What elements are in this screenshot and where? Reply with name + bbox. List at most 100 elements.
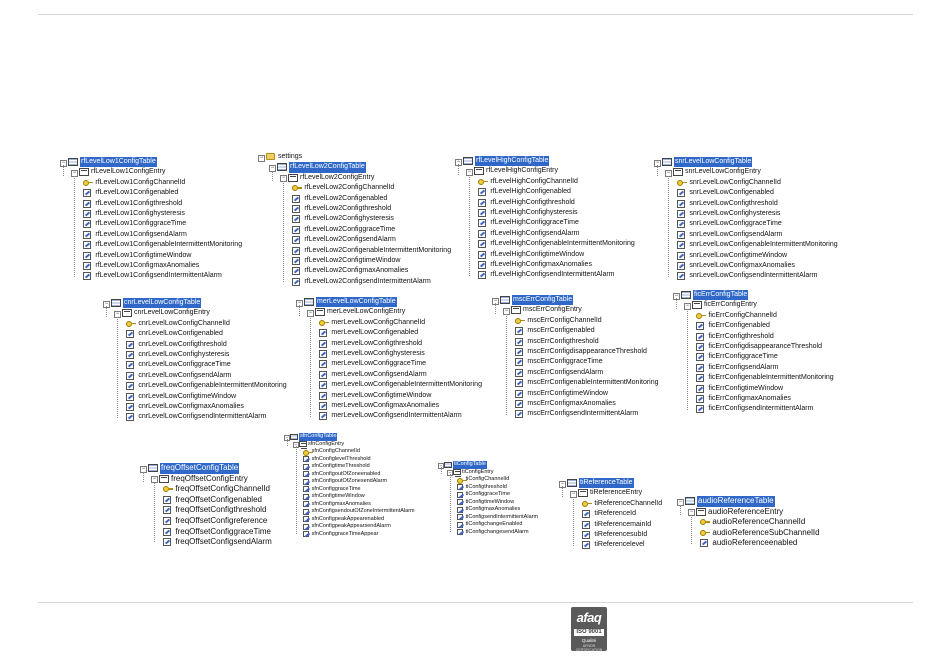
tree-node-label[interactable]: mscErrConfigEntry: [523, 305, 582, 315]
tree-node-label: mscErrConfigenableIntermittentMonitoring: [527, 379, 659, 387]
tree-node-label[interactable]: rfLevelLow1ConfigTable: [80, 157, 157, 168]
tree-node-label: ficErrConfigsendAlarm: [708, 363, 779, 371]
tree-node-label[interactable]: rfLevelHighConfigEntry: [486, 166, 558, 176]
column-icon: [302, 516, 309, 522]
tree-node-label: tiConfigthreshold: [465, 483, 507, 490]
tree-node-label[interactable]: sfnConfigTable: [299, 433, 338, 441]
bottom-divider: [38, 602, 913, 603]
tree-node-label[interactable]: merLevelLowConfigTable: [316, 297, 397, 308]
tree-node-label: rfLevelHighConfigsendAlarm: [490, 229, 580, 237]
tree-node-label: tiConfigchangesendAlarm: [465, 528, 529, 535]
expand-toggle-icon[interactable]: −: [258, 154, 265, 162]
tree-node-label: snrLevelLowConfigmaxAnomalies: [689, 261, 795, 269]
tree-connector-line: [299, 305, 300, 316]
tree-node-label: rfLevelHighConfigmaxAnomalies: [490, 260, 592, 268]
tree-node-label: ficErrConfigtimeWindow: [708, 384, 784, 392]
tree-node-label: rfLevelHighConfigenableIntermittentMonit…: [490, 240, 635, 248]
column-icon: [302, 471, 309, 477]
column-icon: [478, 198, 487, 207]
entry-icon: [453, 469, 461, 477]
tree-connector-line: [506, 313, 507, 415]
column-icon: [515, 389, 524, 398]
column-icon: [126, 413, 135, 422]
tree-node-label: sfnConfiglevelThreshold: [311, 455, 371, 462]
column-icon: [163, 538, 172, 547]
column-icon: [696, 342, 705, 351]
tree-node-label[interactable]: sfnConfigEntry: [308, 441, 344, 449]
tree-node-label: cnrLevelLowConfigChannelId: [138, 319, 230, 327]
tree-node-label[interactable]: audioReferenceTable: [697, 496, 775, 507]
tree-node-label[interactable]: ficErrConfigEntry: [704, 300, 757, 310]
tree-node-label: sfnConfiggraceTime: [311, 485, 361, 492]
tree-node-label: rfLevelLow1ConfigsendAlarm: [95, 230, 187, 238]
tree-node-label: mscErrConfigsendIntermittentAlarm: [527, 410, 639, 418]
tree-node-label: freqOffsetConfigthreshold: [175, 505, 267, 515]
table-icon: [444, 461, 452, 468]
tree-node-label: mscErrConfiggraceTime: [527, 358, 603, 366]
column-icon: [478, 188, 487, 197]
column-icon: [677, 199, 686, 208]
tree-node-label[interactable]: cnrLevelLowConfigEntry: [134, 308, 210, 318]
tree-node-label: cnrLevelLowConfigsendAlarm: [138, 371, 232, 379]
tree-node-label[interactable]: freqOffsetConfigTable: [160, 463, 240, 474]
tree-connector-line: [562, 486, 563, 497]
tree-node-label[interactable]: rfLevelLow1ConfigEntry: [91, 167, 165, 177]
tree-connector-line: [117, 316, 118, 418]
tree-node-label: mscErrConfigenabled: [527, 327, 595, 335]
tree-node-label: tiConfigmaxAnomalies: [465, 506, 521, 512]
tree-node-label: tiReferenceId: [594, 510, 637, 518]
key-icon: [515, 317, 526, 325]
tree-node-label[interactable]: ficErrConfigTable: [693, 290, 749, 301]
tree-node-label: snrLevelLowConfigenabled: [689, 189, 774, 197]
afaq-logo: afaq ISO 9001 Qualité AFNOR CERTIFICATIO…: [571, 607, 607, 652]
folder-icon: [266, 153, 275, 160]
tree-node-label: freqOffsetConfigChannelId: [175, 484, 270, 494]
tree-connector-line: [573, 496, 574, 546]
tree-node-label: tiConfigchangeEnabled: [465, 521, 523, 527]
column-icon: [126, 340, 135, 349]
tree-node-label[interactable]: tiReferenceTable: [579, 478, 634, 489]
tree-node-label[interactable]: rfLevelLow2ConfigEntry: [300, 173, 374, 183]
column-icon: [126, 392, 135, 401]
tree-node-label: rfLevelLow1ConfigtimeWindow: [95, 251, 192, 259]
tree-node-label: merLevelLowConfigtimeWindow: [331, 391, 432, 399]
tree-node-label[interactable]: tiReferenceEntry: [590, 488, 642, 498]
key-icon: [319, 319, 330, 327]
column-icon: [83, 241, 92, 250]
tree-node-label[interactable]: rfLevelHighConfigTable: [475, 156, 550, 167]
tree-node-label[interactable]: audioReferenceEntry: [708, 507, 783, 518]
tree-node-label[interactable]: snrLevelLowConfigTable: [674, 157, 753, 168]
tree-node-label[interactable]: snrLevelLowConfigEntry: [685, 167, 761, 177]
column-icon: [319, 349, 328, 358]
tree-connector-line: [657, 165, 658, 176]
key-icon: [582, 500, 593, 508]
column-icon: [582, 520, 591, 529]
column-icon: [126, 382, 135, 391]
tree-node-label: snrLevelLowConfiggraceTime: [689, 220, 782, 228]
tree-node-label: freqOffsetConfigenabled: [175, 494, 262, 504]
column-icon: [696, 363, 705, 372]
column-icon: [302, 523, 309, 530]
column-icon: [582, 541, 591, 550]
tree-node-label[interactable]: merLevelLowConfigEntry: [327, 307, 405, 317]
tree-node-label: tiReferenceChannelId: [594, 499, 663, 507]
tree-node-label[interactable]: freqOffsetConfigEntry: [171, 474, 248, 485]
tree-node-label[interactable]: cnrLevelLowConfigTable: [123, 298, 202, 309]
tree-connector-line: [310, 315, 311, 417]
column-icon: [696, 374, 705, 383]
tree-node-label[interactable]: tiConfigTable: [453, 461, 487, 469]
column-icon: [456, 529, 463, 535]
tree-connector-line: [154, 482, 155, 543]
tree-node-label[interactable]: rfLevelLow2ConfigTable: [289, 162, 366, 173]
entry-icon: [511, 306, 521, 315]
column-icon: [302, 478, 309, 485]
tree-node-label[interactable]: tiConfigEntry: [462, 469, 494, 477]
tree-node-label: audioReferenceenabled: [712, 538, 798, 548]
column-icon: [456, 499, 463, 505]
tree-node-label[interactable]: mscErrConfigTable: [512, 295, 574, 306]
tree-node-label: rfLevelHighConfigChannelId: [490, 177, 578, 185]
tree-node-label: rfLevelLow1ConfigChannelId: [95, 178, 186, 186]
entry-icon: [315, 308, 325, 317]
tree-node-label: rfLevelLow2ConfigtimeWindow: [304, 256, 401, 264]
column-icon: [677, 261, 686, 270]
